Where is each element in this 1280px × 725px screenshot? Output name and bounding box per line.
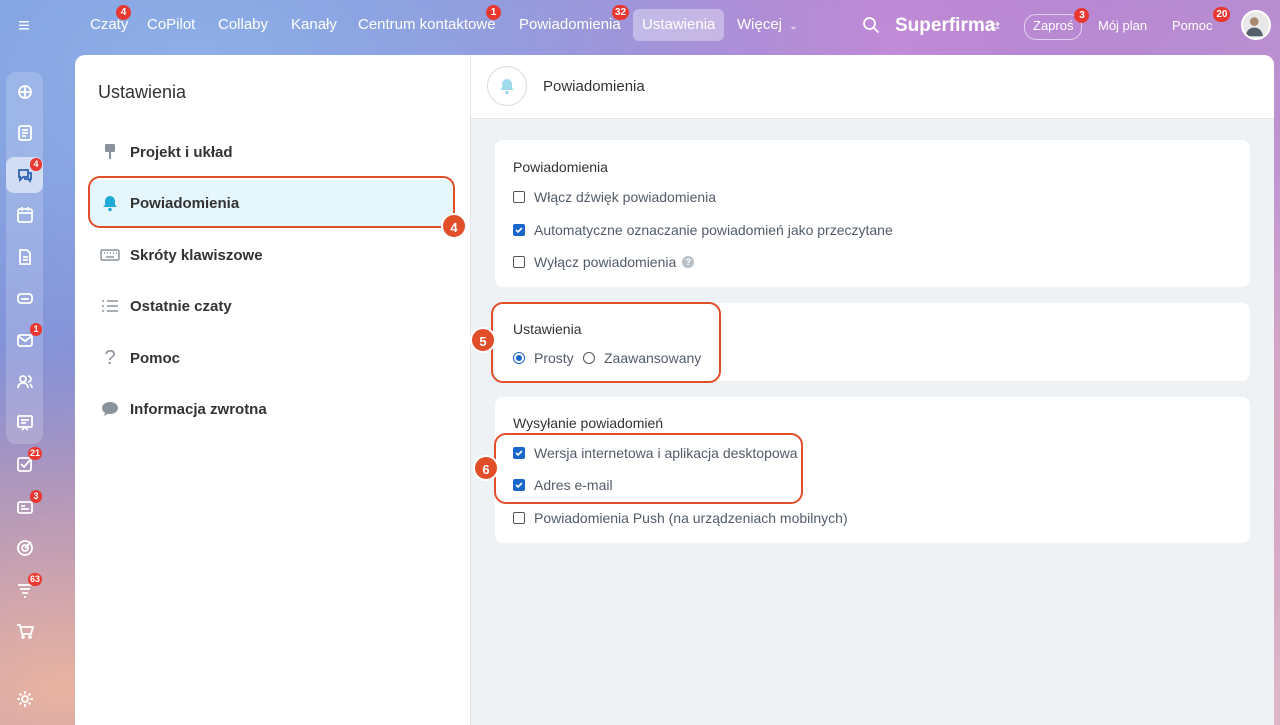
settings-sidebar: Ustawienia Projekt i układ Powiadomienia… (75, 55, 470, 725)
settings-content: Powiadomienia Powiadomienia Włącz dźwięk… (470, 55, 1274, 725)
brush-icon (105, 144, 115, 159)
tab-centrum-kontaktowe[interactable]: Centrum kontaktowe 1 (349, 5, 505, 41)
settings-title: Ustawienia (98, 82, 187, 102)
help-button[interactable]: Pomoc 20 (1164, 7, 1231, 38)
sidebar-item-ostatnie-czaty[interactable]: Ostatnie czaty (90, 283, 454, 329)
auto-read-checkbox[interactable] (513, 224, 525, 236)
annotation-number-6: 6 (473, 455, 499, 481)
tab-label: Ustawienia (642, 16, 716, 33)
top-bar: Czaty 4 CoPilot Collaby Kanały Centrum k… (58, 0, 1280, 52)
option-label: Włącz dźwięk powiadomienia (534, 189, 717, 205)
tab-wiecej[interactable]: Więcej ⌄ (728, 9, 807, 41)
list-icon (102, 300, 118, 312)
rail-drive-icon[interactable] (6, 280, 43, 316)
option-label: Powiadomienia Push (na urządzeniach mobi… (534, 510, 848, 526)
push-checkbox[interactable] (513, 512, 525, 524)
auto-read-checkbox-row[interactable]: Automatyczne oznaczanie powiadomień jako… (513, 222, 893, 238)
rail-cart-icon[interactable] (6, 613, 43, 649)
rail-tasks-badge: 21 (27, 447, 42, 460)
rail-tasks-icon[interactable]: 21 (6, 446, 43, 482)
highlight-box-4 (88, 176, 455, 228)
invite-button[interactable]: Zaproś 3 (1024, 8, 1090, 40)
sound-checkbox[interactable] (513, 191, 525, 203)
help-label: Pomoc (1172, 18, 1213, 33)
rail-crm-icon[interactable]: 63 (6, 572, 43, 608)
rail-target-icon[interactable] (6, 530, 43, 566)
rail-feed-badge: 3 (30, 490, 42, 503)
question-icon: ? (104, 346, 116, 369)
option-label: Wyłącz powiadomienia (534, 254, 677, 270)
sidebar-item-pomoc[interactable]: ? Pomoc (90, 335, 454, 381)
tab-label: Centrum kontaktowe (358, 16, 496, 33)
tab-czaty[interactable]: Czaty 4 (81, 5, 137, 41)
invite-label: Zaproś (1033, 18, 1074, 33)
rail-settings-gear-icon[interactable] (6, 681, 43, 717)
sidebar-item-label: Ostatnie czaty (130, 297, 232, 315)
rail-crm-badge: 63 (27, 573, 42, 586)
rail-calendar-icon[interactable] (6, 197, 43, 233)
avatar[interactable] (1241, 10, 1271, 40)
sidebar-item-label: Skróty klawiszowe (130, 246, 263, 264)
tab-label: Collaby (218, 16, 269, 33)
tab-centrum-badge: 1 (486, 5, 501, 20)
company-name[interactable]: Superfirma (895, 14, 995, 38)
chevron-down-icon: ⌄ (789, 21, 798, 32)
rail-users-icon[interactable] (6, 364, 43, 400)
rail-sites-icon[interactable] (6, 405, 43, 441)
notifications-card: Powiadomienia Włącz dźwięk powiadomienia… (495, 140, 1250, 287)
tab-powiadomienia[interactable]: Powiadomienia 32 (510, 5, 630, 41)
tab-label: Więcej (737, 16, 783, 33)
tab-label: Powiadomienia (519, 16, 621, 33)
section-title: Wysyłanie powiadomień (513, 415, 664, 431)
switch-arrows-icon[interactable]: ⇄ (990, 19, 1000, 33)
sidebar-item-projekt[interactable]: Projekt i układ (90, 129, 454, 175)
annotation-number-4: 4 (441, 213, 467, 239)
disable-checkbox-row[interactable]: Wyłącz powiadomienia ? (513, 254, 695, 270)
disable-notifications-checkbox[interactable] (513, 256, 525, 268)
invite-badge: 3 (1074, 8, 1090, 23)
header-bell-icon (487, 66, 527, 106)
rail-mail-icon[interactable]: 1 (6, 322, 43, 358)
highlight-box-5 (491, 302, 721, 383)
rail-news-icon[interactable] (6, 115, 43, 151)
annotation-number-5: 5 (470, 327, 496, 353)
tab-czaty-badge: 4 (116, 5, 131, 20)
help-icon[interactable]: ? (682, 256, 695, 268)
rail-copilot-icon[interactable] (6, 74, 43, 110)
tab-copilot[interactable]: CoPilot (138, 9, 204, 41)
tab-label: CoPilot (147, 16, 196, 33)
sidebar-item-informacja-zwrotna[interactable]: Informacja zwrotna (90, 386, 454, 432)
tab-powiadomienia-badge: 32 (612, 5, 630, 20)
sidebar-item-label: Pomoc (130, 349, 181, 367)
tab-label: Kanały (291, 16, 337, 33)
tab-collaby[interactable]: Collaby (209, 9, 277, 41)
rail-chats-badge: 4 (30, 158, 42, 171)
tab-ustawienia[interactable]: Ustawienia (633, 9, 725, 41)
rail-docs-icon[interactable] (6, 239, 43, 275)
speech-bubble-icon (102, 402, 118, 416)
sidebar-item-skroty[interactable]: Skróty klawiszowe (90, 232, 454, 278)
section-title: Powiadomienia (513, 159, 608, 175)
highlight-box-6 (494, 433, 803, 504)
rail-mail-badge: 1 (30, 323, 42, 336)
help-badge: 20 (1213, 7, 1231, 22)
sidebar-item-label: Projekt i układ (130, 143, 233, 161)
sidebar-item-label: Informacja zwrotna (130, 400, 267, 418)
my-plan-button[interactable]: Mój plan (1090, 14, 1155, 38)
keyboard-icon (100, 249, 120, 261)
user-avatar-icon (1245, 17, 1263, 37)
rail-feed-icon[interactable]: 3 (6, 489, 43, 525)
option-label: Automatyczne oznaczanie powiadomień jako… (534, 222, 893, 238)
left-rail: ≡ 4 1 21 3 63 (0, 0, 58, 725)
page-title: Powiadomienia (543, 78, 645, 95)
sound-checkbox-row[interactable]: Włącz dźwięk powiadomienia (513, 189, 716, 205)
menu-icon[interactable]: ≡ (14, 16, 34, 36)
rail-chats-icon[interactable]: 4 (6, 157, 43, 193)
search-icon[interactable] (862, 16, 880, 34)
push-checkbox-row[interactable]: Powiadomienia Push (na urządzeniach mobi… (513, 510, 848, 526)
content-header: Powiadomienia (471, 55, 1274, 119)
tab-kanaly[interactable]: Kanały (282, 9, 346, 41)
